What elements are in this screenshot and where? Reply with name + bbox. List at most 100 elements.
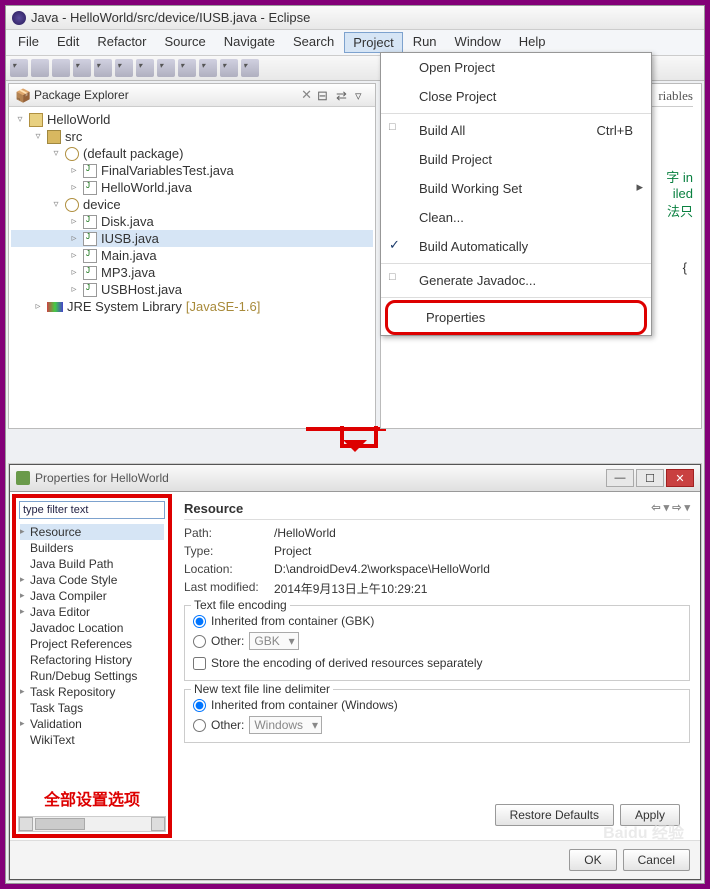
tb-new-class-icon[interactable] [157,59,175,77]
mi-build-working-set[interactable]: Build Working Set [381,174,651,203]
tree-item-selected: ▹IUSB.java [11,230,373,247]
tb-debug-icon[interactable] [73,59,91,77]
h-scrollbar[interactable] [18,816,166,832]
scroll-right-icon[interactable] [151,817,165,831]
window-title: Java - HelloWorld/src/device/IUSB.java -… [31,10,310,25]
mi-clean[interactable]: Clean... [381,203,651,232]
package-explorer-icon: 📦 [15,88,29,102]
menu-file[interactable]: File [10,32,47,53]
tb-new-pkg-icon[interactable] [136,59,154,77]
category-list[interactable]: Resource Builders Java Build Path Java C… [16,522,168,782]
java-file-icon [83,249,97,263]
package-tree[interactable]: ▿HelloWorld ▿src ▿(default package) ▹Fin… [9,107,375,319]
delimiter-fieldset: New text file line delimiter Inherited f… [184,689,690,743]
menu-navigate[interactable]: Navigate [216,32,283,53]
explorer-close-icon[interactable]: ✕ [301,87,312,103]
mi-build-auto[interactable]: Build Automatically [381,232,651,261]
mi-close-project[interactable]: Close Project [381,82,651,111]
apply-button[interactable]: Apply [620,804,680,826]
scroll-thumb[interactable] [35,818,85,830]
package-icon [65,147,79,161]
delim-other-radio[interactable] [193,719,206,732]
project-menu-dropdown: Open Project Close Project Build AllCtrl… [380,52,652,336]
tb-search-icon[interactable] [199,59,217,77]
delim-inherit-radio[interactable] [193,699,206,712]
ok-button[interactable]: OK [569,849,616,871]
mi-open-project[interactable]: Open Project [381,53,651,82]
menu-window[interactable]: Window [447,32,509,53]
cat-java-build-path[interactable]: Java Build Path [20,556,164,572]
page-heading: Resource [184,501,243,516]
package-explorer-view: 📦 Package Explorer ✕ ⊟ ⇄ ▿ ▿HelloWorld ▿… [8,83,376,429]
mi-build-project[interactable]: Build Project [381,145,651,174]
menu-run[interactable]: Run [405,32,445,53]
path-value: /HelloWorld [274,526,336,540]
cat-project-refs[interactable]: Project References [20,636,164,652]
arrow-annotation [325,426,385,464]
menubar: File Edit Refactor Source Navigate Searc… [6,30,704,56]
package-explorer-title: Package Explorer [34,88,296,102]
restore-defaults-button[interactable]: Restore Defaults [495,804,614,826]
cat-run-debug[interactable]: Run/Debug Settings [20,668,164,684]
properties-dialog: Properties for HelloWorld — ☐ ✕ Resource… [9,464,701,880]
category-panel: Resource Builders Java Build Path Java C… [12,494,172,838]
nav-buttons[interactable]: ⇦ ▾ ⇨ ▾ [651,501,690,516]
menu-refactor[interactable]: Refactor [89,32,154,53]
cat-java-compiler[interactable]: Java Compiler [20,588,164,604]
close-button[interactable]: ✕ [666,469,694,487]
cat-builders[interactable]: Builders [20,540,164,556]
tb-open-type-icon[interactable] [178,59,196,77]
cat-java-editor[interactable]: Java Editor [20,604,164,620]
encoding-fieldset: Text file encoding Inherited from contai… [184,605,690,681]
cat-task-tags[interactable]: Task Tags [20,700,164,716]
store-derived-checkbox[interactable] [193,657,206,670]
tb-save-icon[interactable] [31,59,49,77]
cat-task-repo[interactable]: Task Repository [20,684,164,700]
cat-java-code-style[interactable]: Java Code Style [20,572,164,588]
left-annotation: 全部设置选项 [16,782,168,814]
cancel-button[interactable]: Cancel [623,849,690,871]
enc-combo[interactable]: GBK [249,632,298,650]
cat-resource[interactable]: Resource [20,524,164,540]
menu-search[interactable]: Search [285,32,342,53]
delim-combo[interactable]: Windows [249,716,322,734]
dialog-title: Properties for HelloWorld [35,471,604,485]
enc-inherit-radio[interactable] [193,615,206,628]
java-file-icon [83,164,97,178]
cat-refactoring[interactable]: Refactoring History [20,652,164,668]
java-file-icon [83,283,97,297]
tb-tasks-icon[interactable] [220,59,238,77]
tb-run-icon[interactable] [94,59,112,77]
package-icon [65,198,79,212]
java-file-icon [83,181,97,195]
menu-source[interactable]: Source [157,32,214,53]
view-menu-icon[interactable]: ▿ [355,88,369,102]
collapse-all-icon[interactable]: ⊟ [317,88,331,102]
tb-new-icon[interactable] [10,59,28,77]
scroll-left-icon[interactable] [19,817,33,831]
java-file-icon [83,232,97,246]
tb-external-icon[interactable] [115,59,133,77]
cat-javadoc-location[interactable]: Javadoc Location [20,620,164,636]
cat-validation[interactable]: Validation [20,716,164,732]
type-value: Project [274,544,311,558]
mi-properties[interactable]: Properties [388,303,644,332]
mi-gen-javadoc[interactable]: Generate Javadoc... [381,266,651,295]
maximize-button[interactable]: ☐ [636,469,664,487]
tb-misc-icon[interactable] [241,59,259,77]
menu-edit[interactable]: Edit [49,32,87,53]
tb-save-all-icon[interactable] [52,59,70,77]
link-editor-icon[interactable]: ⇄ [336,88,350,102]
cat-wikitext[interactable]: WikiText [20,732,164,748]
java-file-icon [83,266,97,280]
minimize-button[interactable]: — [606,469,634,487]
dialog-icon [16,471,30,485]
menu-help[interactable]: Help [511,32,554,53]
filter-input[interactable] [19,501,165,519]
menu-project[interactable]: Project [344,32,402,53]
library-icon [47,302,63,312]
enc-other-radio[interactable] [193,635,206,648]
eclipse-titlebar: Java - HelloWorld/src/device/IUSB.java -… [6,6,704,30]
java-file-icon [83,215,97,229]
mi-build-all[interactable]: Build AllCtrl+B [381,116,651,145]
